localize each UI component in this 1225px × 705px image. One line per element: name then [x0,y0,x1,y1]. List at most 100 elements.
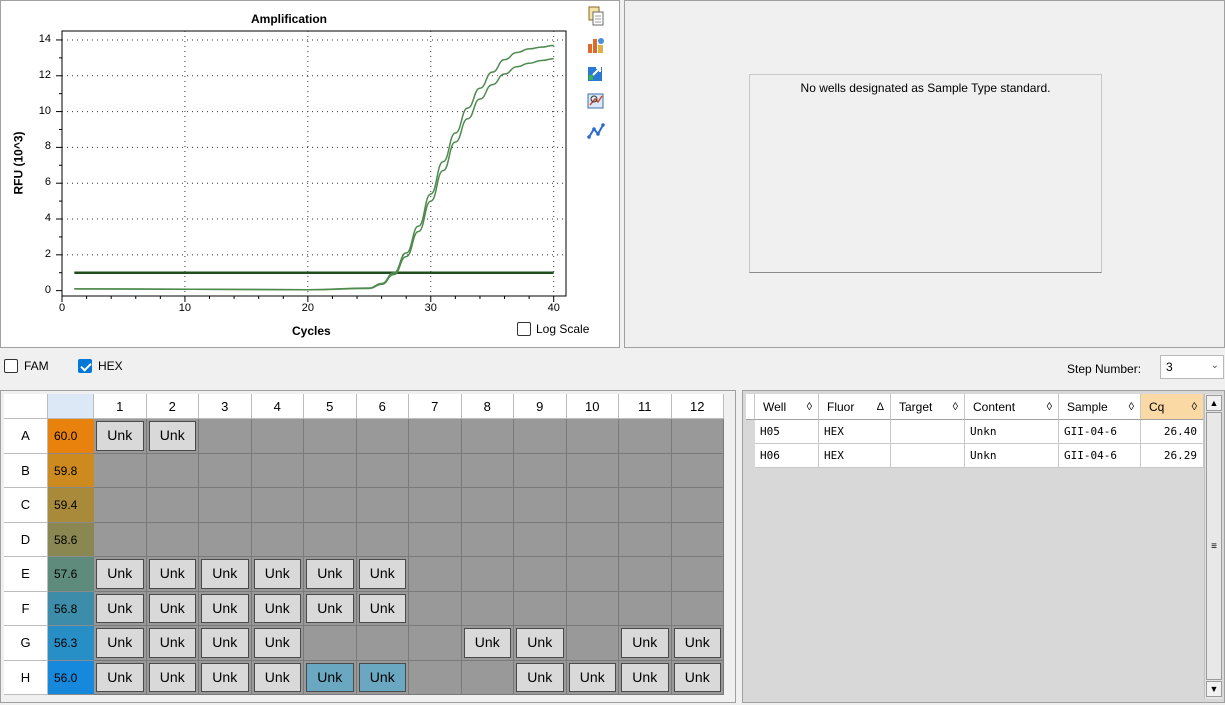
zoom-icon[interactable] [586,91,606,109]
sort-icon[interactable]: ◊ [1129,394,1134,420]
plate-well[interactable]: Unk [304,557,357,592]
plate-well[interactable] [409,488,462,523]
sort-icon[interactable]: ◊ [953,394,958,420]
plate-well[interactable] [199,488,252,523]
plate-well[interactable]: Unk [619,660,672,695]
plate-well[interactable] [566,557,619,592]
plate-well[interactable]: Unk [671,626,724,661]
plate-well[interactable] [409,557,462,592]
plate-well[interactable] [514,591,567,626]
plate-well[interactable]: Unk [251,626,304,661]
plate-well[interactable] [251,453,304,488]
fluor-fam-toggle[interactable]: FAM [4,359,49,373]
plate-well[interactable] [566,591,619,626]
cell-content[interactable]: Unkn [965,444,1059,468]
column-header-10[interactable]: 10 [566,394,619,419]
plate-well[interactable] [94,453,147,488]
row-header-F[interactable]: F [4,591,48,626]
copy-icon[interactable] [586,6,606,26]
plate-well[interactable] [409,660,462,695]
amplification-plot[interactable] [1,1,621,349]
plate-well[interactable] [199,453,252,488]
scroll-up-icon[interactable]: ▲ [1206,395,1222,411]
plate-well[interactable] [461,522,514,557]
scroll-down-icon[interactable]: ▼ [1206,681,1222,697]
column-header-1[interactable]: 1 [94,394,147,419]
plate-well[interactable] [461,591,514,626]
plate-well[interactable] [304,453,357,488]
plate-well[interactable] [409,453,462,488]
column-header-fluor[interactable]: Fluor Δ [819,394,891,420]
column-header-6[interactable]: 6 [356,394,409,419]
cell-cq[interactable]: 26.29 [1141,444,1204,468]
plate-well[interactable] [514,453,567,488]
plate-well[interactable]: Unk [94,419,147,454]
plate-well[interactable] [619,453,672,488]
cell-target[interactable] [891,420,965,444]
plate-well[interactable]: Unk [146,626,199,661]
plate-well[interactable] [619,488,672,523]
sort-icon[interactable]: ◊ [807,394,812,420]
plate-well[interactable] [304,522,357,557]
plate-well[interactable]: Unk [199,660,252,695]
plate-well[interactable]: Unk [304,591,357,626]
cell-well[interactable]: H05 [755,420,819,444]
row-header-G[interactable]: G [4,626,48,661]
cell-sample[interactable]: GII-04-6 [1059,444,1141,468]
plate-well[interactable] [146,488,199,523]
fam-checkbox[interactable] [4,359,18,373]
plate-well[interactable] [671,453,724,488]
plate-well[interactable] [251,419,304,454]
plate-well[interactable]: Unk [461,626,514,661]
plate-well[interactable]: Unk [146,591,199,626]
plate-well[interactable] [671,488,724,523]
plate-well[interactable] [409,591,462,626]
plate-well[interactable] [514,419,567,454]
plate-well[interactable]: Unk [146,557,199,592]
plate-well[interactable] [304,488,357,523]
plate-well[interactable] [461,488,514,523]
cell-fluor[interactable]: HEX [819,444,891,468]
plate-well[interactable] [356,453,409,488]
plate-well[interactable] [566,522,619,557]
plate-well[interactable] [514,488,567,523]
column-header-5[interactable]: 5 [304,394,357,419]
plate-well[interactable]: Unk [94,591,147,626]
plate-well[interactable] [671,419,724,454]
log-scale-toggle[interactable]: Log Scale [517,322,589,336]
plate-well[interactable] [566,488,619,523]
sort-icon[interactable]: Δ [877,394,884,420]
plate-well[interactable] [146,453,199,488]
scrollbar-thumb[interactable]: ≡ [1206,412,1222,680]
cell-well[interactable]: H06 [755,444,819,468]
plate-well[interactable] [356,626,409,661]
cell-cq[interactable]: 26.40 [1141,420,1204,444]
fluor-hex-toggle[interactable]: HEX [78,359,123,373]
plate-well[interactable] [356,419,409,454]
cell-sample[interactable]: GII-04-6 [1059,420,1141,444]
plate-well[interactable]: Unk [146,660,199,695]
plate-well[interactable] [199,522,252,557]
plate-well[interactable] [566,626,619,661]
plate-well[interactable]: Unk [251,557,304,592]
plate-well[interactable] [619,522,672,557]
sort-icon[interactable]: ◊ [1192,394,1197,420]
plate-well[interactable]: Unk [619,626,672,661]
cell-fluor[interactable]: HEX [819,420,891,444]
column-header-7[interactable]: 7 [409,394,462,419]
plate-well[interactable]: Unk [356,591,409,626]
hex-checkbox[interactable] [78,359,92,373]
results-scrollbar[interactable]: ▲ ≡ ▼ [1204,394,1222,699]
plate-well[interactable]: Unk [304,660,357,695]
plate-well[interactable]: Unk [251,660,304,695]
column-header-3[interactable]: 3 [199,394,252,419]
plate-well[interactable] [566,419,619,454]
trace-styles-icon[interactable] [586,121,606,139]
plate-well[interactable] [619,557,672,592]
plate-well[interactable]: Unk [356,660,409,695]
plate-well[interactable] [461,419,514,454]
plate-well[interactable] [671,591,724,626]
column-header-9[interactable]: 9 [514,394,567,419]
plate-well[interactable] [251,522,304,557]
plate-well[interactable]: Unk [514,660,567,695]
